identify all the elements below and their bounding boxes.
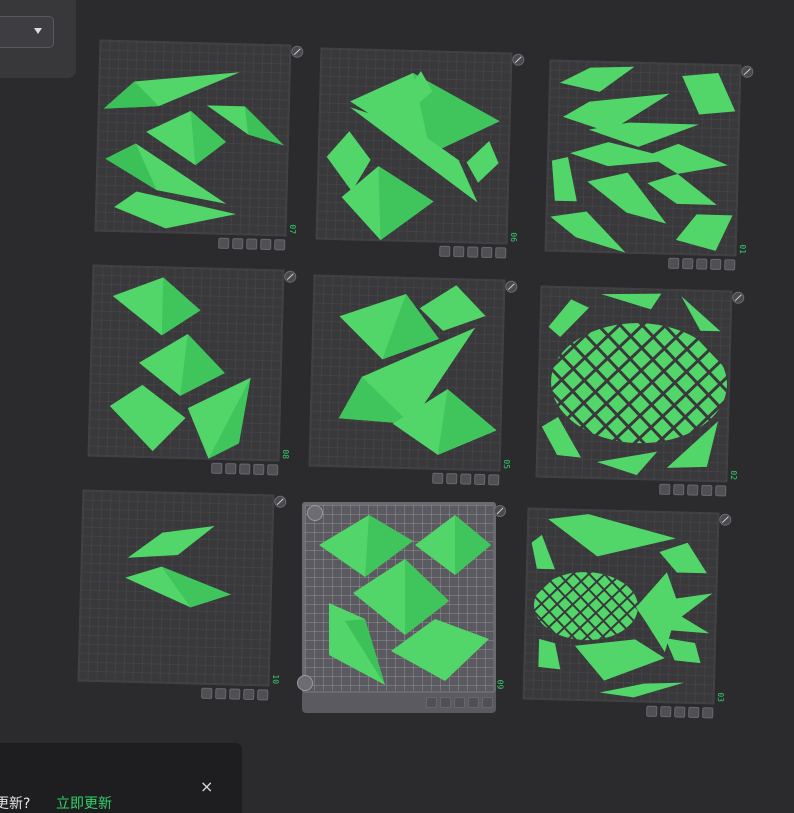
- home-icon[interactable]: [426, 697, 437, 708]
- plate-parts: [541, 293, 728, 476]
- close-icon[interactable]: [257, 689, 269, 701]
- lock-icon[interactable]: [232, 238, 244, 250]
- plate-10[interactable]: 10: [77, 489, 287, 701]
- arrange-icon[interactable]: [246, 238, 258, 250]
- arrange-icon[interactable]: [674, 706, 686, 718]
- lock-icon[interactable]: [673, 484, 685, 496]
- dropdown-select[interactable]: [0, 16, 54, 48]
- selection-handle[interactable]: [297, 675, 313, 691]
- plate-parts: [338, 285, 497, 455]
- settings-icon[interactable]: [253, 463, 265, 476]
- plate-07[interactable]: 07: [94, 39, 304, 251]
- home-icon[interactable]: [668, 257, 680, 269]
- plate-parts: [326, 71, 500, 241]
- plate-toolbar: [426, 697, 493, 708]
- arrange-icon[interactable]: [687, 484, 699, 496]
- home-icon[interactable]: [646, 705, 658, 717]
- close-icon[interactable]: [495, 247, 507, 259]
- arrange-icon[interactable]: [467, 246, 479, 258]
- close-icon[interactable]: [267, 464, 279, 476]
- plate-08[interactable]: 08: [87, 264, 297, 476]
- lock-icon[interactable]: [440, 697, 451, 708]
- close-icon[interactable]: [488, 474, 500, 486]
- settings-icon[interactable]: [468, 697, 479, 708]
- plate-toolbar: [218, 237, 286, 251]
- top-left-panel: [0, 0, 76, 78]
- arrange-icon[interactable]: [239, 463, 251, 475]
- plate-number: 01: [738, 244, 748, 255]
- settings-icon[interactable]: [710, 258, 722, 271]
- plate-toolbar: [432, 472, 500, 486]
- plate-05[interactable]: 05: [308, 274, 518, 486]
- plate-toolbar: [211, 462, 279, 476]
- settings-icon[interactable]: [481, 246, 493, 259]
- arrange-icon[interactable]: [454, 697, 465, 708]
- plate-number: 09: [495, 679, 505, 690]
- close-icon[interactable]: [482, 697, 493, 708]
- close-icon[interactable]: ×: [200, 777, 213, 796]
- settings-icon[interactable]: [701, 484, 713, 497]
- settings-icon[interactable]: [474, 473, 486, 486]
- home-icon[interactable]: [218, 237, 230, 249]
- edit-icon[interactable]: [741, 65, 754, 78]
- home-icon[interactable]: [201, 687, 213, 699]
- plate-toolbar: [201, 687, 269, 701]
- arrange-icon[interactable]: [460, 473, 472, 485]
- close-icon[interactable]: [715, 485, 727, 497]
- chevron-down-icon: [34, 28, 42, 34]
- lock-icon[interactable]: [446, 473, 458, 485]
- home-icon[interactable]: [439, 245, 451, 257]
- plate-number: 10: [271, 674, 281, 685]
- close-icon[interactable]: [274, 239, 286, 251]
- edit-icon[interactable]: [719, 513, 732, 526]
- edit-icon[interactable]: [274, 495, 287, 508]
- lock-icon[interactable]: [215, 688, 227, 700]
- plate-parts: [103, 72, 284, 229]
- settings-icon[interactable]: [688, 706, 700, 719]
- selection-handle[interactable]: [307, 505, 323, 521]
- plate-number: 05: [502, 459, 512, 470]
- settings-icon[interactable]: [243, 688, 255, 701]
- lock-icon[interactable]: [453, 246, 465, 258]
- edit-icon[interactable]: [732, 291, 745, 304]
- arrange-icon[interactable]: [696, 258, 708, 270]
- plate-parts: [125, 525, 231, 608]
- plate-parts: [531, 514, 713, 698]
- plate-parts: [550, 66, 736, 253]
- plate-number: 06: [509, 232, 519, 243]
- close-icon[interactable]: [702, 707, 714, 719]
- home-icon[interactable]: [211, 462, 223, 474]
- plate-toolbar: [646, 705, 714, 719]
- plate-number: 08: [281, 449, 291, 460]
- plate-parts: [319, 515, 491, 685]
- edit-icon[interactable]: [512, 53, 525, 66]
- plate-number: 03: [716, 692, 726, 703]
- lock-icon[interactable]: [660, 706, 672, 718]
- edit-icon[interactable]: [505, 280, 518, 293]
- edit-icon[interactable]: [291, 45, 304, 58]
- settings-icon[interactable]: [260, 238, 272, 251]
- edit-icon[interactable]: [284, 270, 297, 283]
- home-icon[interactable]: [432, 472, 444, 484]
- arrange-icon[interactable]: [229, 688, 241, 700]
- notice-text: 更新?: [0, 796, 31, 812]
- plate-number: 07: [288, 224, 298, 235]
- plate-parts: [109, 277, 251, 459]
- plate-03[interactable]: 03: [522, 507, 732, 719]
- plate-06[interactable]: 06: [315, 47, 525, 259]
- home-icon[interactable]: [659, 483, 671, 495]
- plate-toolbar: [439, 245, 507, 259]
- close-icon[interactable]: [724, 259, 736, 271]
- plate-number: 02: [729, 470, 739, 481]
- edit-icon[interactable]: [494, 505, 506, 517]
- plate-09[interactable]: 09: [297, 502, 506, 713]
- update-now-link[interactable]: 立即更新: [56, 793, 112, 813]
- plate-01[interactable]: 01: [544, 59, 754, 271]
- lock-icon[interactable]: [225, 463, 237, 475]
- plate-02[interactable]: 02: [535, 285, 745, 497]
- plate-toolbar: [668, 257, 736, 271]
- lock-icon[interactable]: [682, 258, 694, 270]
- plate-toolbar: [659, 483, 727, 497]
